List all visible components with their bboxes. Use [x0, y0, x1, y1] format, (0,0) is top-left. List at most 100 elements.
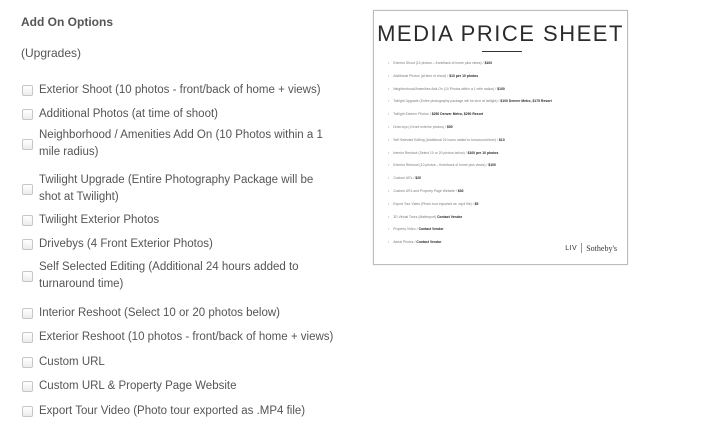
option-label: Exterior Shoot (10 photos - front/back o…: [39, 82, 321, 99]
price-sheet-row-text: Export Tour Video (Photo tour exported a…: [393, 201, 475, 206]
price-sheet-row: • 3D Virtual Tours (Matterport) Contact V…: [388, 215, 462, 219]
bullet: •: [388, 125, 390, 129]
option-checkbox[interactable]: [22, 381, 33, 392]
option-row[interactable]: Twilight Exterior Photos: [22, 212, 352, 229]
option-checkbox[interactable]: [22, 138, 33, 150]
price-sheet-row: • Interior Reshoot (Select 10 or 20 photo…: [388, 151, 498, 155]
option-label: Twilight Exterior Photos: [39, 212, 159, 229]
option-label: Neighborhood / Amenities Add On (10 Phot…: [39, 127, 323, 161]
price-sheet-row-price: Contact Vendor: [437, 214, 463, 219]
brand-logo: LIV Sotheby's: [565, 243, 617, 253]
option-checkbox[interactable]: [22, 239, 33, 250]
option-row[interactable]: Additional Photos (at time of shoot): [22, 106, 352, 123]
price-sheet-row-text: Aerial Photos /: [393, 240, 417, 245]
price-sheet-row-text: Twilight Exterior Photos /: [393, 112, 432, 117]
option-row[interactable]: Neighborhood / Amenities Add On (10 Phot…: [22, 127, 352, 161]
option-row[interactable]: Twilight Upgrade (Entire Photography Pac…: [22, 172, 352, 206]
price-sheet-row-price: $5: [474, 201, 479, 206]
price-sheet-row-text: Interior Reshoot (Select 10 or 20 photos…: [393, 150, 468, 155]
option-row[interactable]: Self Selected Editing (Additional 24 hou…: [22, 259, 352, 293]
price-sheet-row-price: $100 per 10 photos: [467, 150, 499, 155]
option-label-line: Interior Reshoot (Select 10 or 20 photos…: [39, 307, 280, 319]
title-divider: [482, 51, 522, 52]
option-label-line: Custom URL & Property Page Website: [39, 380, 237, 392]
option-label-line: Exterior Reshoot (10 photos - front/back…: [39, 331, 334, 343]
option-row[interactable]: Drivebys (4 Front Exterior Photos): [22, 236, 352, 253]
option-row[interactable]: Export Tour Video (Photo tour exported a…: [22, 403, 352, 420]
bullet: •: [388, 137, 390, 142]
price-sheet-row-text: Neighborhood/Amenities Add-On (10 Photos…: [393, 86, 498, 91]
price-sheet-row-price: $100: [497, 86, 505, 91]
price-sheet-row-text: 3D Virtual Tours (Matterport): [393, 214, 438, 219]
option-label: Additional Photos (at time of shoot): [39, 106, 218, 123]
price-sheet-row-text: Custom URL and Property Page Website /: [393, 189, 458, 193]
brand-sothebys: Sotheby's: [586, 243, 617, 253]
price-sheet-row: • Aerial Photos / Contact Vendor: [388, 240, 441, 244]
price-sheet-row: • Export Tour Video (Photo tour exported …: [388, 202, 478, 206]
price-sheet-row-price: Contact Vendor: [416, 240, 442, 245]
bullet: •: [388, 176, 390, 181]
option-label: Custom URL: [39, 354, 105, 371]
price-sheet-row-price: $10: [499, 137, 505, 142]
option-row[interactable]: Interior Reshoot (Select 10 or 20 photos…: [22, 305, 352, 322]
price-sheet-row-text: Drive-bys (4 front exterior photos) /: [393, 125, 447, 129]
price-sheet-row-text: Exterior Reshoot (10 photos – front/back…: [393, 163, 489, 168]
option-checkbox[interactable]: [22, 215, 33, 226]
price-sheet-row: • Exterior Reshoot (10 photos – front/bac…: [388, 163, 496, 167]
option-checkbox[interactable]: [22, 183, 33, 195]
bullet: •: [388, 214, 390, 219]
option-checkbox[interactable]: [22, 308, 33, 319]
option-label: Self Selected Editing (Additional 24 hou…: [39, 259, 299, 293]
bullet: •: [388, 150, 390, 155]
bullet: •: [388, 61, 390, 65]
option-checkbox[interactable]: [22, 85, 33, 96]
option-checkbox[interactable]: [22, 270, 33, 282]
bullet: •: [388, 112, 390, 117]
price-sheet-row: • Drive-bys (4 front exterior photos) / $…: [388, 125, 453, 129]
option-label-line: Neighborhood / Amenities Add On (10 Phot…: [39, 129, 323, 141]
option-label: Interior Reshoot (Select 10 or 20 photos…: [39, 305, 280, 322]
price-sheet-row-price: $10 per 10 photos: [449, 73, 479, 78]
brand-divider: [581, 243, 583, 253]
option-label-line: turnaround time): [39, 278, 124, 290]
price-sheet-row: • Exterior Shoot (10 photos – front/back …: [388, 61, 492, 65]
option-label-line: Custom URL: [39, 356, 105, 368]
price-sheet-row: • Custom URL and Property Page Website / …: [388, 189, 464, 193]
price-sheet-row: • Twilight Upgrade (Entire photography pa…: [388, 99, 552, 103]
option-checkbox[interactable]: [22, 332, 33, 343]
option-label-line: Additional Photos (at time of shoot): [39, 108, 218, 120]
option-row[interactable]: Exterior Shoot (10 photos - front/back o…: [22, 82, 352, 99]
option-label: Export Tour Video (Photo tour exported a…: [39, 403, 305, 420]
option-checkbox[interactable]: [22, 406, 33, 417]
price-sheet-row-price: $100 Denver Metro, $175 Resort: [500, 99, 552, 104]
price-sheet-row-price: $30: [457, 189, 464, 193]
option-label-line: Twilight Upgrade (Entire Photography Pac…: [39, 174, 314, 186]
price-sheet-row: • Self Selected Editing (Additional 24 ho…: [388, 138, 505, 142]
option-label: Twilight Upgrade (Entire Photography Pac…: [39, 172, 313, 206]
bullet: •: [388, 163, 390, 168]
option-row[interactable]: Custom URL & Property Page Website: [22, 378, 352, 395]
option-label-line: Twilight Exterior Photos: [39, 214, 160, 226]
option-label-line: Self Selected Editing (Additional 24 hou…: [39, 261, 299, 273]
price-sheet-row-price: $100: [488, 163, 496, 168]
option-label: Exterior Reshoot (10 photos - front/back…: [39, 329, 333, 346]
option-checkbox[interactable]: [22, 109, 33, 120]
bullet: •: [388, 227, 390, 232]
option-label-line: mile radius): [39, 146, 99, 158]
media-price-sheet-image: MEDIA PRICE SHEET • Exterior Shoot (10 ph…: [373, 10, 628, 265]
section-subtitle: (Upgrades): [21, 46, 82, 60]
bullet: •: [388, 86, 390, 91]
bullet: •: [388, 99, 390, 104]
option-checkbox[interactable]: [22, 357, 33, 368]
option-row[interactable]: Custom URL: [22, 354, 352, 371]
option-row[interactable]: Exterior Reshoot (10 photos - front/back…: [22, 329, 352, 346]
price-sheet-row-price: $50: [446, 125, 453, 129]
option-label: Drivebys (4 Front Exterior Photos): [39, 236, 213, 253]
bullet: •: [388, 240, 390, 245]
bullet: •: [388, 201, 390, 206]
option-label: Custom URL & Property Page Website: [39, 378, 237, 395]
price-sheet-row-text: Twilight Upgrade (Entire photography pac…: [393, 99, 501, 104]
bullet: •: [388, 189, 390, 193]
price-sheet-row: • Additional Photos (at time of shoot) / …: [388, 74, 478, 78]
price-sheet-row-text: Additional Photos (at time of shoot) /: [393, 73, 450, 78]
